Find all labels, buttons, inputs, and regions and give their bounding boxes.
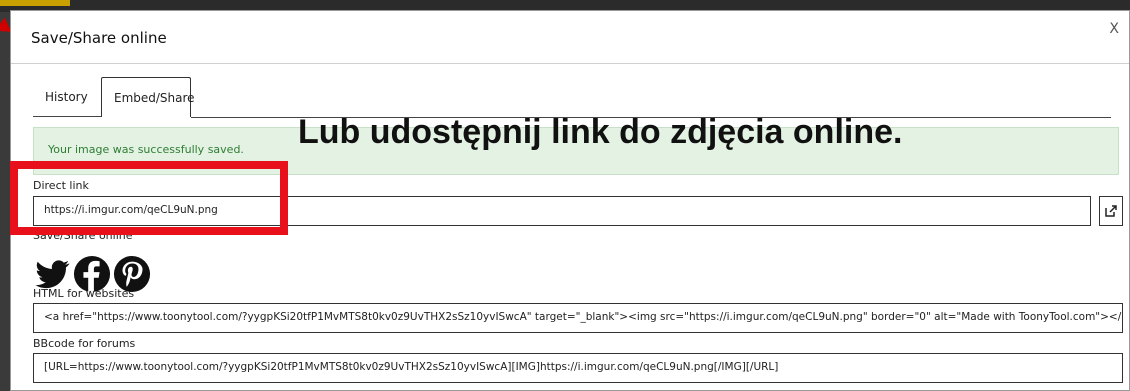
html-websites-field[interactable]: <a href="https://www.toonytool.com/?yygp…: [33, 303, 1123, 333]
html-websites-label: HTML for websites: [33, 287, 135, 300]
bbcode-label: BBcode for forums: [33, 337, 136, 350]
close-icon[interactable]: X: [1109, 21, 1119, 37]
tab-embed-share[interactable]: Embed/Share: [101, 77, 195, 117]
external-link-icon: [1105, 205, 1117, 217]
header-divider: [11, 63, 1129, 64]
overlay-caption: Lub udostępnij link do zdjęcia online.: [298, 113, 903, 151]
highlight-box: [10, 161, 288, 235]
tab-history[interactable]: History: [33, 77, 101, 117]
dialog-title: Save/Share online: [31, 29, 167, 47]
open-link-button[interactable]: [1099, 196, 1123, 226]
bbcode-field[interactable]: [URL=https://www.toonytool.com/?yygpKSi2…: [33, 353, 1123, 383]
background-accent: [0, 0, 70, 6]
success-message: Your image was successfully saved.: [48, 143, 244, 156]
